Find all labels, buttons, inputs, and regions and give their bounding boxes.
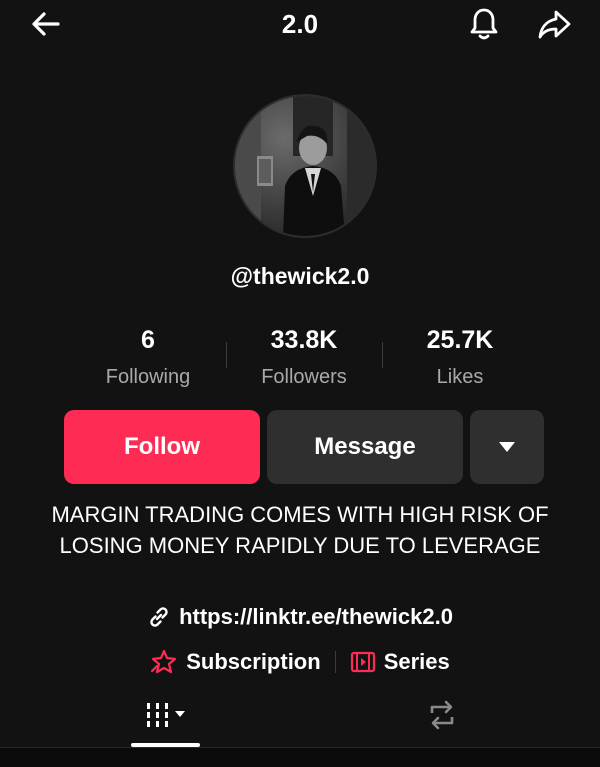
- stat-divider: [226, 342, 227, 368]
- subscription-star-icon: [150, 649, 178, 675]
- subscription-label: Subscription: [186, 649, 321, 674]
- extras-divider: [334, 651, 336, 673]
- repost-icon: [430, 700, 454, 730]
- following-label: Following: [105, 366, 191, 388]
- likes-label: Likes: [436, 366, 484, 388]
- series-button[interactable]: Series: [350, 649, 450, 675]
- tab-reposts[interactable]: [408, 692, 476, 738]
- content-area-edge: [0, 748, 600, 767]
- stat-likes[interactable]: 25.7K Likes: [385, 324, 535, 390]
- profile-bio: MARGIN TRADING COMES WITH HIGH RISK OF L…: [51, 502, 549, 558]
- share-arrow-icon: [538, 10, 571, 39]
- followers-count: 33.8K: [270, 326, 338, 354]
- profile-screen: 2.0 @thewick2.0 6 Following 33.8K Follow…: [0, 0, 600, 767]
- stat-followers[interactable]: 33.8K Followers: [229, 324, 379, 390]
- caret-down-icon: [499, 442, 515, 452]
- message-button[interactable]: Message: [267, 410, 463, 484]
- notifications-button[interactable]: [466, 6, 502, 42]
- profile-link[interactable]: https://linktr.ee/thewick2.0: [0, 604, 600, 630]
- grid-columns-icon: [147, 703, 185, 727]
- follow-button[interactable]: Follow: [64, 410, 260, 484]
- series-label: Series: [383, 649, 450, 674]
- link-text: https://linktr.ee/thewick2.0: [179, 604, 453, 629]
- followers-label: Followers: [261, 366, 347, 388]
- more-options-button[interactable]: [470, 410, 544, 484]
- share-button[interactable]: [536, 6, 572, 42]
- profile-handle: @thewick2.0: [230, 263, 370, 289]
- page-title: 2.0: [281, 9, 319, 39]
- series-film-icon: [350, 651, 376, 673]
- stat-following[interactable]: 6 Following: [73, 324, 223, 390]
- likes-count: 25.7K: [426, 326, 494, 354]
- profile-extras: Subscription Series: [0, 649, 600, 675]
- top-bar: 2.0: [0, 0, 600, 48]
- avatar[interactable]: [233, 94, 377, 238]
- avatar-photo: [235, 96, 375, 236]
- following-count: 6: [141, 326, 155, 354]
- stat-divider: [382, 342, 383, 368]
- link-icon: [147, 605, 171, 629]
- tab-videos[interactable]: [132, 692, 200, 738]
- bell-icon: [470, 8, 498, 40]
- subscription-button[interactable]: Subscription: [150, 649, 321, 675]
